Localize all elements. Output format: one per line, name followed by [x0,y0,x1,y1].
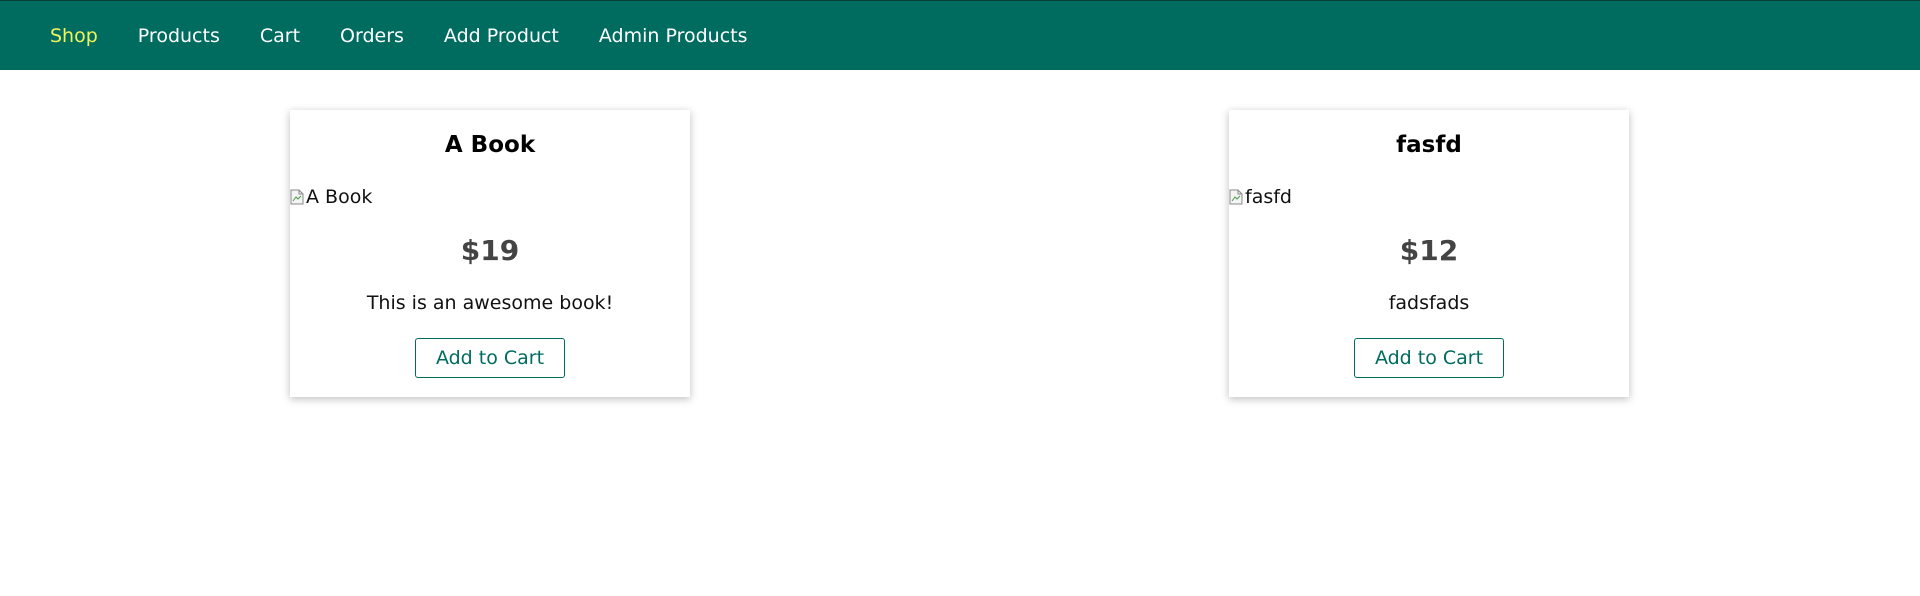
product-actions: Add to Cart [1229,338,1629,378]
nav-item-orders[interactable]: Orders [340,25,404,47]
add-to-cart-button[interactable]: Add to Cart [1353,338,1505,378]
product-card: fasfd fasfd $12 fadsfads Add to Cart [1229,110,1629,397]
nav-item-add-product[interactable]: Add Product [444,25,559,47]
broken-image-icon [1229,189,1243,205]
product-title: A Book [444,132,536,158]
product-image-alt: fasfd [1245,186,1292,208]
product-title: fasfd [1396,132,1462,158]
add-to-cart-button[interactable]: Add to Cart [414,338,566,378]
product-description: fadsfads [1388,292,1470,314]
nav-item-cart[interactable]: Cart [260,25,300,47]
nav-item-products[interactable]: Products [138,25,220,47]
main-header: Shop Products Cart Orders Add Product Ad… [0,0,1920,70]
product-image: A Book [290,184,372,210]
product-description: This is an awesome book! [366,292,614,314]
main-nav: Shop Products Cart Orders Add Product Ad… [50,1,788,70]
product-grid: A Book A Book $19 This is an awesome boo… [0,70,1920,596]
nav-item-admin-products[interactable]: Admin Products [599,25,748,47]
nav-item-shop[interactable]: Shop [50,25,98,47]
product-image-alt: A Book [306,186,373,208]
product-actions: Add to Cart [290,338,690,378]
product-price: $12 [1399,234,1459,267]
broken-image-icon [290,189,304,205]
product-price: $19 [460,234,520,267]
product-image: fasfd [1229,184,1292,210]
product-card: A Book A Book $19 This is an awesome boo… [290,110,690,397]
